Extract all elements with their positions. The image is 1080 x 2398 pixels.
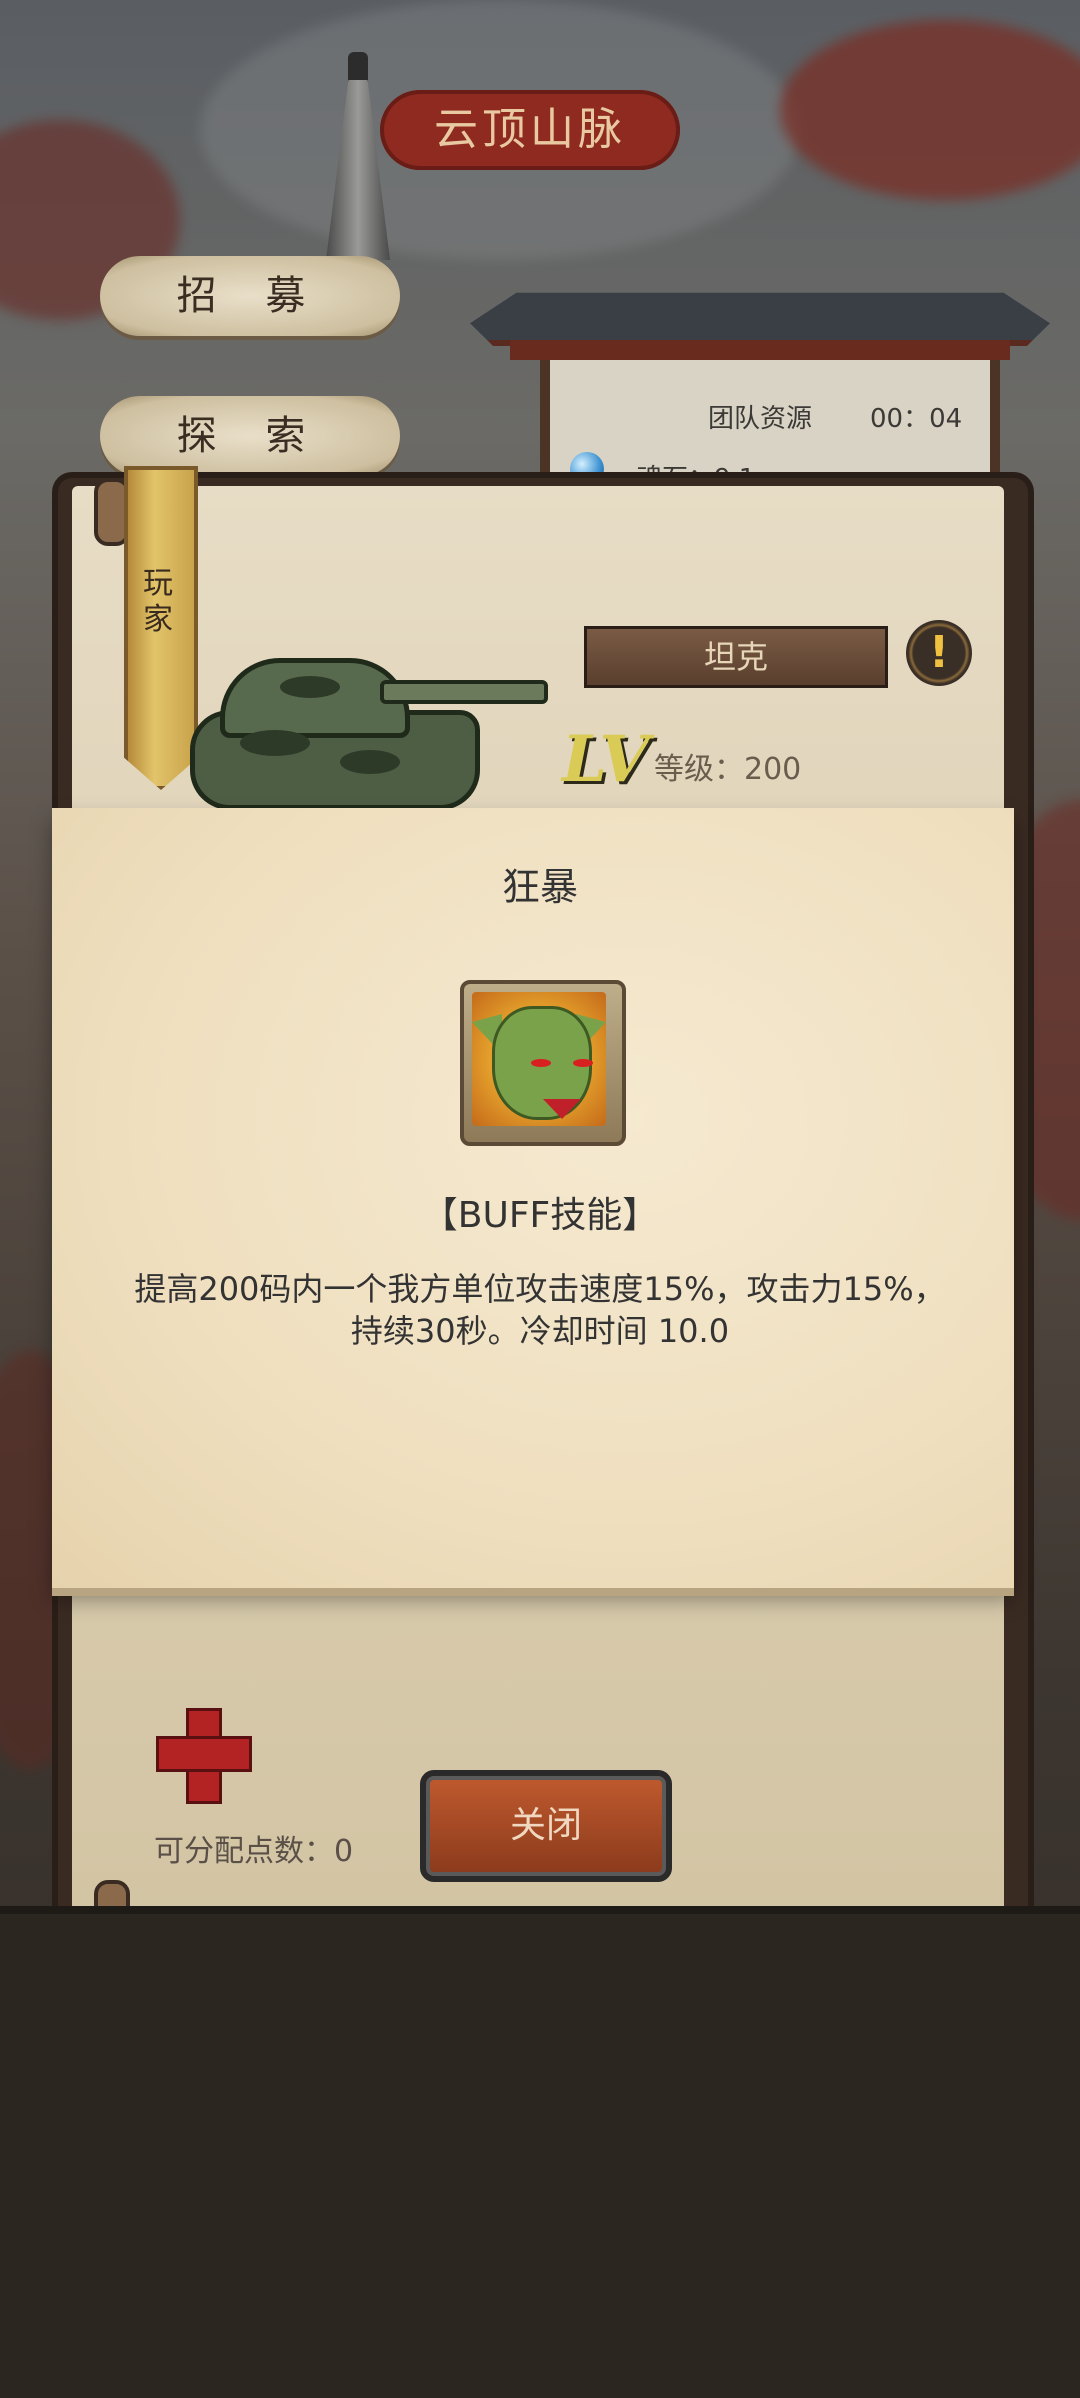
tank-camo (240, 730, 310, 756)
plus-horizontal (156, 1736, 252, 1772)
exclamation-icon[interactable]: ! (906, 620, 972, 686)
available-points-label: 可分配点数：0 (154, 1834, 354, 1869)
add-point-icon[interactable] (156, 1708, 252, 1804)
tank-camo (280, 676, 340, 698)
pavilion-roof (470, 292, 1050, 346)
level-text: 等级：200 (654, 752, 802, 787)
tank-portrait (160, 640, 548, 810)
explore-button[interactable]: 探 索 (100, 396, 400, 476)
class-button[interactable]: 坦克 (584, 626, 888, 688)
bottom-tray (0, 1906, 1080, 2398)
region-title: 云顶山脉 (380, 90, 680, 170)
tower-spire (348, 52, 368, 82)
player-tab-label: 玩家 (143, 566, 173, 637)
goblin-eye (573, 1059, 593, 1067)
recruit-button[interactable]: 招 募 (100, 256, 400, 336)
skill-title: 狂暴 (501, 865, 578, 909)
tank-camo (340, 750, 400, 774)
game-screen: 云顶山脉 招 募 探 索 团队资源 00：04 魂石：9.1w 玩家 坦克 ! … (0, 0, 1080, 2398)
skill-description: 提高200码内一个我方单位攻击速度15%，攻击力15%，持续30秒。冷却时间 1… (134, 1270, 946, 1350)
pavilion-beam (510, 340, 1010, 360)
goblin-rage-icon (472, 992, 606, 1126)
level-icon: LV (562, 722, 650, 797)
pavilion-illustration (470, 270, 1050, 500)
team-resource-label: 团队资源 (708, 404, 813, 434)
team-timer: 00：04 (870, 404, 963, 434)
tower-body (326, 80, 390, 260)
goblin-face (492, 1006, 593, 1120)
background-cloud (780, 20, 1080, 200)
tank-barrel (380, 680, 548, 704)
goblin-mouth (543, 1099, 581, 1119)
goblin-eye (531, 1059, 551, 1067)
skill-type-label: 【BUFF技能】 (421, 1195, 659, 1236)
close-button[interactable]: 关闭 (420, 1770, 672, 1882)
